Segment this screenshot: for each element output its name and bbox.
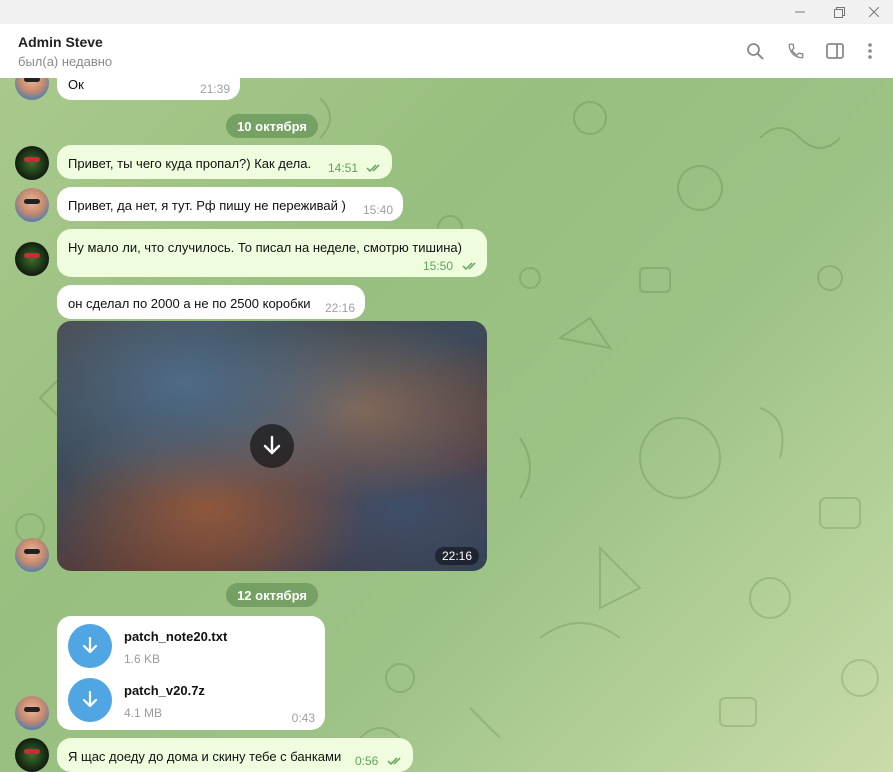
download-icon[interactable]	[250, 424, 294, 468]
minimize-icon[interactable]	[781, 0, 819, 24]
window-titlebar	[0, 0, 893, 24]
download-icon[interactable]	[68, 624, 112, 668]
message-list[interactable]: Ок 21:39 10 октября Привет, ты чего куда…	[0, 78, 893, 772]
message-time: 0:43	[291, 711, 315, 725]
message-bubble[interactable]: Ок 21:39	[57, 78, 240, 100]
message-text: он сделал по 2000 а не по 2500 коробки	[68, 296, 311, 311]
message-bubble[interactable]: Ну мало ли, что случилось. То писал на н…	[57, 229, 487, 277]
media-message[interactable]: 22:16	[57, 321, 487, 571]
message-time: 14:51	[328, 161, 359, 175]
avatar[interactable]	[15, 738, 49, 772]
close-icon[interactable]	[855, 0, 893, 24]
avatar[interactable]	[15, 242, 49, 276]
file-size: 4.1 MB	[124, 706, 163, 720]
file-name[interactable]: patch_v20.7z	[124, 683, 205, 698]
file-message[interactable]: patch_note20.txt 1.6 KB patch_v20.7z 4.1…	[57, 616, 325, 730]
avatar[interactable]	[15, 146, 49, 180]
message-text: Ок	[68, 78, 84, 92]
read-check-icon	[462, 262, 476, 271]
avatar[interactable]	[15, 696, 49, 730]
search-icon[interactable]	[743, 39, 767, 63]
message-text: Привет, ты чего куда пропал?) Как дела.	[68, 156, 312, 171]
avatar[interactable]	[15, 188, 49, 222]
message-text: Я щас доеду до дома и скину тебе с банка…	[68, 749, 342, 764]
restore-icon[interactable]	[820, 0, 858, 24]
date-separator: 10 октября	[226, 114, 318, 138]
file-name[interactable]: patch_note20.txt	[124, 629, 227, 644]
message-bubble[interactable]: он сделал по 2000 а не по 2500 коробки 2…	[57, 285, 365, 319]
date-separator: 12 октября	[226, 583, 318, 607]
message-bubble[interactable]: Привет, ты чего куда пропал?) Как дела. …	[57, 145, 392, 179]
sidebar-toggle-icon[interactable]	[823, 39, 847, 63]
download-icon[interactable]	[68, 678, 112, 722]
read-check-icon	[387, 757, 401, 766]
read-check-icon	[366, 164, 380, 173]
message-text: Привет, да нет, я тут. Рф пишу не пережи…	[68, 198, 346, 213]
avatar[interactable]	[15, 538, 49, 572]
message-bubble[interactable]: Привет, да нет, я тут. Рф пишу не пережи…	[57, 187, 403, 221]
chat-status: был(а) недавно	[18, 54, 113, 69]
more-icon[interactable]	[858, 39, 882, 63]
message-time: 21:39	[199, 82, 230, 96]
phone-icon[interactable]	[784, 39, 808, 63]
message-time: 22:16	[324, 301, 355, 315]
message-time: 15:40	[362, 203, 393, 217]
message-bubble[interactable]: Я щас доеду до дома и скину тебе с банка…	[57, 738, 413, 772]
chat-header[interactable]: Admin Steve был(а) недавно	[0, 24, 893, 79]
file-size: 1.6 KB	[124, 652, 161, 666]
message-text: Ну мало ли, что случилось. То писал на н…	[68, 240, 462, 255]
chat-title[interactable]: Admin Steve	[18, 34, 103, 50]
message-time: 0:56	[355, 754, 379, 768]
message-time: 15:50	[423, 259, 454, 273]
media-time: 22:16	[434, 547, 479, 565]
